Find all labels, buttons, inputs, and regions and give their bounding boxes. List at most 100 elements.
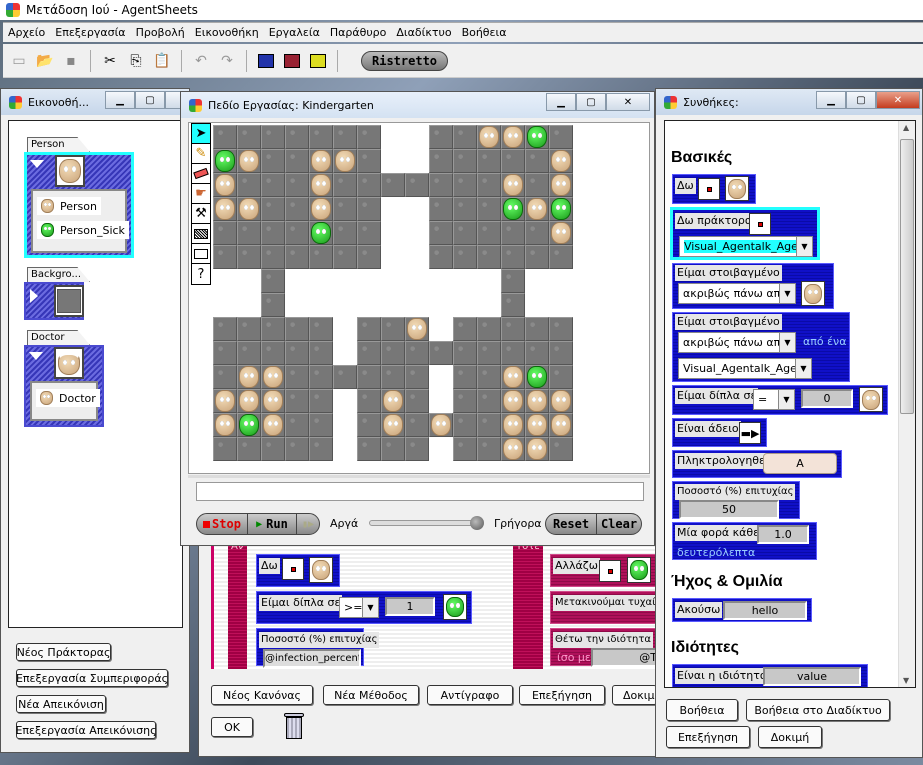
background-tile[interactable] [429,221,453,245]
conditions-scrollbar[interactable]: ▲ ▼ [898,121,915,687]
background-tile[interactable] [549,341,573,365]
background-tile[interactable] [261,173,285,197]
background-tile[interactable] [549,437,573,461]
background-tile[interactable] [525,221,549,245]
background-tile[interactable] [261,317,285,341]
background-tile[interactable] [309,341,333,365]
background-tile[interactable] [357,365,381,389]
background-tile[interactable] [261,221,285,245]
expand-triangle-icon[interactable] [29,352,43,360]
chance-field[interactable]: 50 [679,500,779,519]
background-tile[interactable] [261,293,285,317]
agent-person[interactable] [479,126,499,148]
background-tile[interactable] [285,365,309,389]
yellow-worksheet-icon[interactable] [308,51,328,71]
background-tile[interactable] [213,341,237,365]
background-tile[interactable] [405,413,429,437]
agent-person[interactable] [263,366,283,388]
background-tile[interactable] [285,245,309,269]
reset-button[interactable]: Reset [545,513,597,535]
hand-tool-icon[interactable]: ☛ [192,184,210,204]
background-tile[interactable] [477,197,501,221]
agent-person[interactable] [215,198,235,220]
background-tile[interactable] [261,269,285,293]
palette-next-to[interactable]: Είμαι δίπλα σε = ▼ 0 [672,385,888,415]
agent-depiction-person[interactable] [309,557,333,583]
background-tile[interactable] [501,293,525,317]
palette-is-property[interactable]: Είναι η ιδιότητα value [672,664,868,687]
redo-icon[interactable]: ↷ [217,51,237,71]
pencil-tool-icon[interactable]: ✎ [192,144,210,164]
background-tile[interactable] [357,125,381,149]
doctor-thumbnail[interactable] [54,347,84,379]
chevron-down-icon[interactable]: ▼ [795,359,811,378]
background-tile[interactable] [477,245,501,269]
background-tile[interactable] [357,245,381,269]
chevron-down-icon[interactable]: ▼ [778,390,794,409]
worksheet-title-bar[interactable]: Πεδίο Εργασίας: Kindergarten ▁ ▢ ✕ [181,92,654,118]
background-tile[interactable] [525,149,549,173]
background-tile[interactable] [357,437,381,461]
agent-person[interactable] [551,150,571,172]
agent-person[interactable] [503,174,523,196]
background-tile[interactable] [285,197,309,221]
eraser-tool-icon[interactable] [192,164,210,184]
background-tile[interactable] [261,149,285,173]
background-tile[interactable] [309,437,333,461]
background-tile[interactable] [357,317,381,341]
background-tile[interactable] [285,125,309,149]
background-tile[interactable] [477,413,501,437]
background-tile[interactable] [381,365,405,389]
menu-gallery[interactable]: Εικονοθήκη [190,26,264,39]
background-tile[interactable] [453,149,477,173]
agent-person[interactable] [551,414,571,436]
background-tile[interactable] [357,389,381,413]
status-field[interactable] [196,482,644,501]
menu-window[interactable]: Παράθυρο [325,26,392,39]
agent-person[interactable] [551,174,571,196]
undo-icon[interactable]: ↶ [191,51,211,71]
agent-person[interactable] [239,150,259,172]
background-tile[interactable] [429,173,453,197]
open-folder-icon[interactable]: 📂 [35,51,55,71]
palette-chance[interactable]: Ποσοστό (%) επιτυχίας 50 [672,481,800,519]
background-tile[interactable] [405,437,429,461]
background-tile[interactable] [525,245,549,269]
background-tile[interactable] [501,317,525,341]
background-tile[interactable] [477,221,501,245]
agent-person[interactable] [383,390,403,412]
edit-depiction-button[interactable]: Επεξεργασία Απεικόνισης [15,721,157,739]
pattern-tool-icon[interactable] [192,224,210,244]
scroll-down-icon[interactable]: ▼ [903,676,909,685]
background-tile[interactable] [429,341,453,365]
seconds-field[interactable]: 1.0 [757,525,809,544]
background-tile[interactable] [453,317,477,341]
new-depiction-button[interactable]: Νέα Απεικόνιση [16,695,106,713]
background-tile[interactable] [285,413,309,437]
agent-person[interactable] [551,222,571,244]
background-tile[interactable] [357,341,381,365]
direction-selector[interactable] [698,178,720,200]
speed-slider-knob[interactable] [470,516,484,530]
background-tile[interactable] [501,149,525,173]
rule-condition-chance[interactable]: Ποσοστό (%) επιτυχίας @infection_percent… [256,628,380,668]
help-tool-icon[interactable]: ? [192,264,210,284]
menu-edit[interactable]: Επεξεργασία [50,26,130,39]
background-tile[interactable] [285,221,309,245]
palette-hear[interactable]: Ακούσω hello [672,598,812,622]
scroll-thumb[interactable] [900,139,914,414]
background-tile[interactable] [333,125,357,149]
menu-tools[interactable]: Εργαλεία [264,26,325,39]
background-tile[interactable] [429,197,453,221]
background-tile[interactable] [261,341,285,365]
agent-person[interactable] [215,414,235,436]
background-tile[interactable] [309,389,333,413]
background-tile[interactable] [381,317,405,341]
agent-person-sick[interactable] [311,222,331,244]
gallery-tab-background[interactable]: Backgro... [27,267,90,282]
gallery-group-background[interactable] [24,282,84,320]
new-rule-button[interactable]: Νέος Κανόνας [211,685,313,705]
background-tile[interactable] [453,365,477,389]
expand-triangle-icon[interactable] [30,160,44,168]
cut-icon[interactable]: ✂ [100,51,120,71]
